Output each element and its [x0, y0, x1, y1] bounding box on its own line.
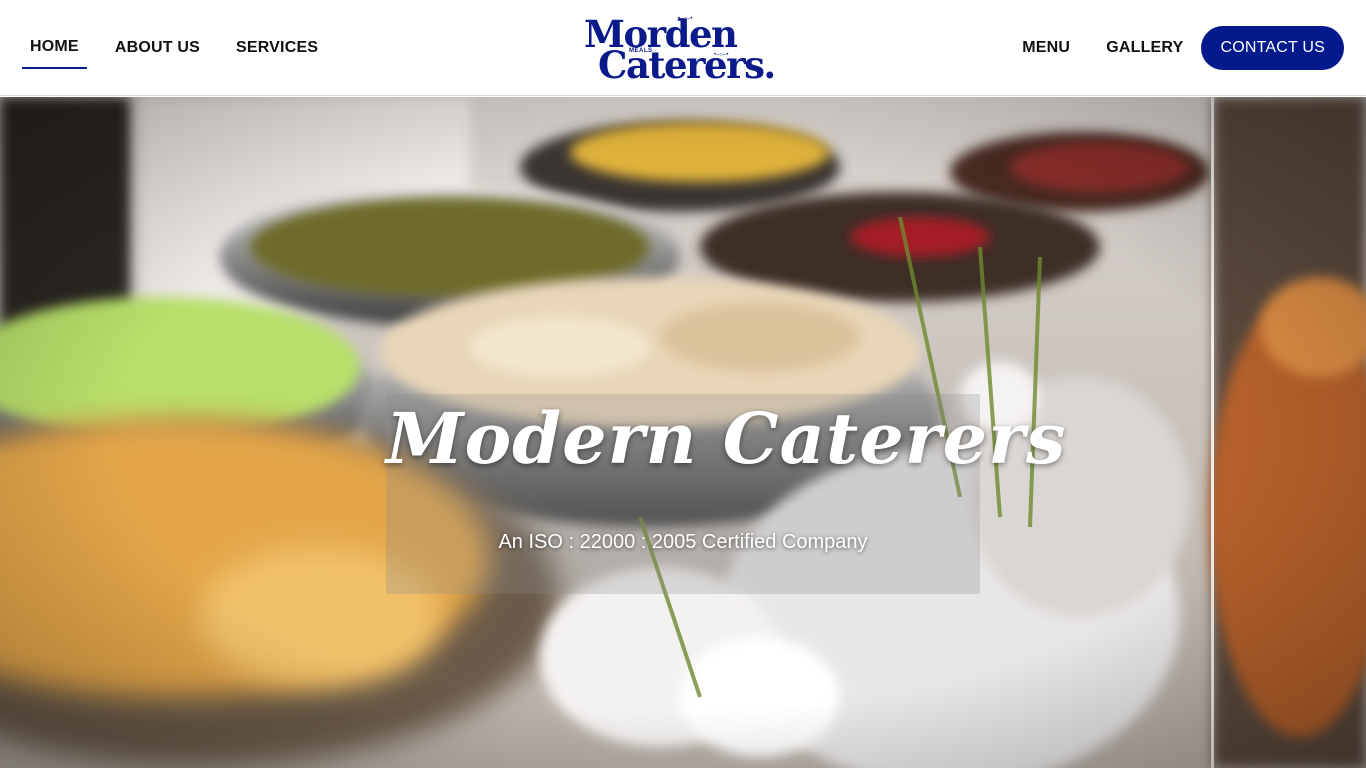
- nav-gallery[interactable]: GALLERY: [1088, 38, 1201, 58]
- logo-ornament-icon: •–○–•: [714, 52, 729, 58]
- contact-us-button[interactable]: CONTACT US: [1201, 26, 1344, 70]
- hero-subtitle: An ISO : 22000 : 2005 Certified Company: [498, 531, 868, 553]
- nav-menu[interactable]: MENU: [1004, 38, 1088, 58]
- hero-banner: Modern Caterers An ISO : 22000 : 2005 Ce…: [0, 97, 1366, 768]
- nav-services[interactable]: SERVICES: [218, 38, 336, 58]
- hero-title: Modern Caterers: [386, 397, 1067, 480]
- site-header: HOME ABOUT US SERVICES •–○–• Morden MEAL…: [0, 0, 1366, 96]
- primary-nav-right: MENU GALLERY CONTACT US: [1004, 0, 1344, 96]
- site-logo[interactable]: •–○–• Morden MEALS Caterers. •–○–•: [582, 12, 776, 87]
- primary-nav-left: HOME ABOUT US SERVICES: [22, 0, 336, 96]
- logo-word-caterers: Caterers.: [598, 43, 776, 87]
- nav-home[interactable]: HOME: [22, 37, 87, 69]
- nav-about-us[interactable]: ABOUT US: [97, 38, 218, 58]
